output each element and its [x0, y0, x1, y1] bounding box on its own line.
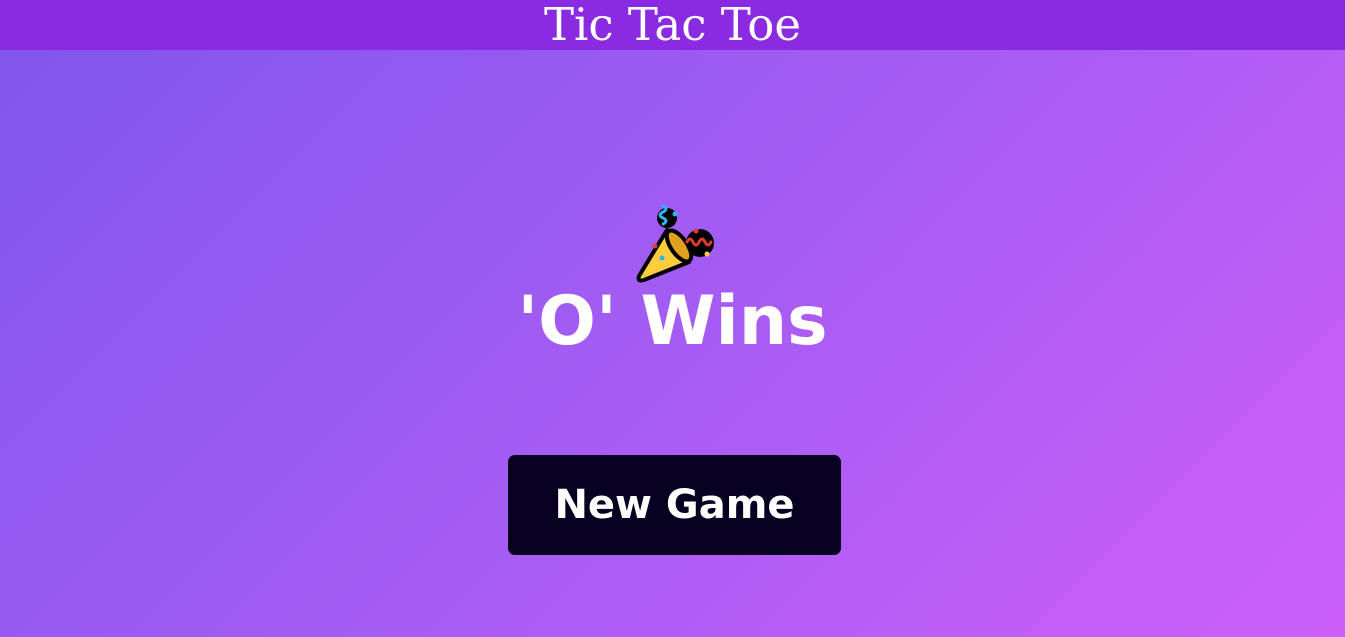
new-game-button[interactable]: New Game [508, 455, 841, 555]
party-popper-icon [636, 204, 714, 283]
page-title: Tic Tac Toe [543, 0, 801, 51]
winner-message: 'O' Wins [517, 282, 828, 361]
top-bar: Tic Tac Toe [0, 0, 1345, 50]
result-panel: 'O' Wins [0, 196, 1345, 360]
